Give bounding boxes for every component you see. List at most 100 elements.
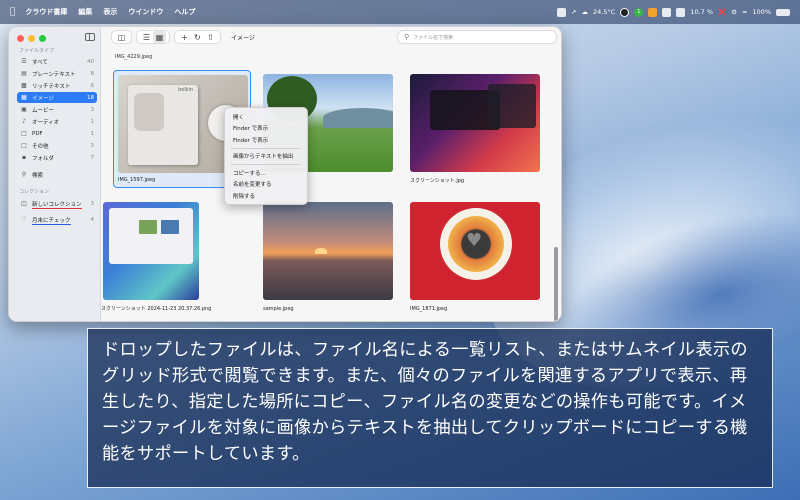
- collection-label: 新しいコレクション: [32, 201, 82, 209]
- sidebar-item-all[interactable]: ☰ すべて 40: [17, 56, 97, 67]
- list-view-icon[interactable]: ☰: [140, 31, 153, 43]
- view-mode-group: ☰ ▦: [136, 30, 170, 44]
- battery-icon[interactable]: [776, 8, 790, 16]
- sidebar-item-count: 3: [90, 142, 95, 149]
- feature-caption: ドロップしたファイルは、ファイル名による一覧リスト、またはサムネイル表示のグリッ…: [87, 328, 773, 488]
- file-name: IMG_1871.jpeg: [410, 306, 448, 312]
- menu-item-copy[interactable]: コピーする...: [225, 167, 307, 179]
- menu-item-delete[interactable]: 削除する: [225, 190, 307, 202]
- folder-icon: ▪: [21, 154, 27, 161]
- share-icon[interactable]: ⇧: [204, 31, 217, 43]
- heart-icon: ♡: [21, 216, 27, 223]
- vertical-scrollbar[interactable]: [554, 247, 558, 321]
- section-collection: コレクション: [19, 189, 50, 195]
- sidebar-item-label: イメージ: [32, 95, 54, 102]
- sidebar-item-count: 1: [90, 118, 95, 125]
- menu-help[interactable]: ヘルプ: [174, 7, 195, 17]
- sidebar-toggle-icon[interactable]: [85, 33, 95, 41]
- cloud-icon[interactable]: ☁: [582, 8, 589, 16]
- toolbar: ◫ ☰ ▦ + ↻ ⇧ イメージ ⚲ ファイル名で検索: [101, 27, 561, 47]
- sidebar-item-label: すべて: [32, 59, 48, 66]
- close-button[interactable]: [17, 35, 24, 42]
- sidebar-item-label: フォルダ: [32, 155, 55, 162]
- weather-temp[interactable]: 24.5°C: [593, 8, 615, 16]
- sidebar-item-label: 検索: [32, 172, 44, 179]
- file-name: IMG_1597.jpeg: [118, 177, 156, 183]
- sidebar-item-audio[interactable]: ♪ オーディオ 1: [17, 116, 97, 127]
- thumbnail: [103, 202, 199, 300]
- sidebar-item-label: リッチテキスト: [32, 83, 71, 90]
- sidebar-item-image[interactable]: ▦ イメージ 18: [17, 92, 97, 103]
- grid-view-icon[interactable]: ▦: [153, 31, 166, 43]
- apple-icon[interactable]: : [10, 7, 15, 17]
- thumbnail-brand-text: belkin: [178, 87, 194, 93]
- sidebar-item-count: 6: [90, 82, 95, 89]
- grid-item-screenshot-png[interactable]: スクリーンショット 2024-11-23 20.37.26.png: [101, 198, 251, 316]
- file-name: IMG_4229.jpeg: [115, 54, 153, 60]
- menu-app-name[interactable]: クラウド書庫: [25, 7, 67, 17]
- gear-icon[interactable]: ⚙: [731, 8, 737, 16]
- calendar-icon[interactable]: [557, 7, 567, 17]
- menu-window[interactable]: ウインドウ: [128, 7, 163, 17]
- menu-view[interactable]: 表示: [103, 7, 117, 17]
- context-menu: 開く Finder で表示 Finder で表示 画像からテキストを抽出 コピー…: [224, 107, 308, 205]
- collection-count: 4: [90, 216, 95, 223]
- sidebar-item-movie[interactable]: ▣ ムービー 3: [17, 104, 97, 115]
- orange-app-icon[interactable]: [648, 7, 658, 17]
- menu-edit[interactable]: 編集: [78, 7, 92, 17]
- refresh-icon[interactable]: ↻: [191, 31, 204, 43]
- collection-item-month-end[interactable]: ♡ 月末にチェック 4: [17, 214, 97, 225]
- menu-separator: [231, 147, 301, 149]
- menu-item-show-in-finder[interactable]: Finder で表示: [225, 123, 307, 135]
- sidebar-item-pdf[interactable]: □ PDF 1: [17, 128, 97, 139]
- minimize-button[interactable]: [28, 35, 35, 42]
- cpu-icon[interactable]: [676, 7, 686, 17]
- badge-icon[interactable]: 1: [634, 7, 644, 17]
- search-icon: ⚲: [404, 33, 410, 41]
- window-controls: [17, 35, 46, 42]
- sidebar-item-other[interactable]: □ その他 3: [17, 140, 97, 151]
- sidebar-panel-icon[interactable]: ◫: [115, 31, 128, 43]
- no-entry-icon[interactable]: ❌: [718, 8, 726, 16]
- heart-icon: ♥: [466, 230, 483, 251]
- app-status-icon[interactable]: [620, 7, 630, 17]
- sidebar-item-count: 40: [87, 58, 94, 65]
- grid-item-screenshot-jpg[interactable]: スクリーンショット.jpg: [406, 70, 544, 188]
- menu-item-open[interactable]: 開く: [225, 111, 307, 123]
- sidebar-item-label: PDF: [32, 130, 43, 137]
- collection-item-new[interactable]: ◫ 新しいコレクション 3: [17, 198, 97, 209]
- clock-icon[interactable]: [662, 7, 672, 17]
- sidebar-item-label: ムービー: [32, 107, 55, 114]
- sidebar-item-plain-text[interactable]: ▤ プレーンテキスト 8: [17, 68, 97, 79]
- sidebar-item-folder[interactable]: ▪ フォルダ 7: [17, 152, 97, 163]
- battery-level[interactable]: 100%: [752, 8, 771, 16]
- grid-item-img1871[interactable]: ♥ IMG_1871.jpeg: [406, 198, 544, 316]
- sidebar-item-count: 1: [90, 130, 95, 137]
- rocket-icon[interactable]: ➚: [571, 8, 576, 16]
- file-name: スクリーンショット 2024-11-23 20.37.26.png: [101, 306, 212, 312]
- grid-item-sample[interactable]: sample.jpeg: [259, 198, 397, 316]
- search-field[interactable]: ⚲ ファイル名で検索: [397, 30, 557, 44]
- cpu-usage[interactable]: 10.7 %: [690, 8, 713, 16]
- rich-text-icon: ▩: [21, 82, 27, 89]
- wifi-icon[interactable]: ≈: [742, 8, 747, 16]
- zoom-button[interactable]: [39, 35, 46, 42]
- other-icon: □: [21, 142, 27, 149]
- sidebar-item-label: プレーンテキスト: [32, 71, 76, 78]
- menu-item-show-in-finder-2[interactable]: Finder で表示: [225, 134, 307, 146]
- sidebar: ファイルタイプ ☰ すべて 40 ▤ プレーンテキスト 8 ▩ リッチテキスト …: [9, 27, 101, 321]
- sidebar-item-search[interactable]: ⚲ 検索: [17, 169, 97, 180]
- search-placeholder: ファイル名で検索: [413, 34, 454, 41]
- sidebar-item-count: 7: [90, 154, 95, 161]
- sidebar-item-rich-text[interactable]: ▩ リッチテキスト 6: [17, 80, 97, 91]
- thumbnail: ♥: [410, 202, 540, 300]
- stack-icon: ☰: [21, 58, 27, 65]
- sidebar-item-count: 8: [90, 70, 95, 77]
- menu-item-rename[interactable]: 名前を変更する: [225, 179, 307, 191]
- actions-group: + ↻ ⇧: [174, 30, 221, 44]
- add-icon[interactable]: +: [178, 31, 191, 43]
- sidebar-item-count: 3: [90, 106, 95, 113]
- menu-item-extract-text[interactable]: 画像からテキストを抽出: [225, 151, 307, 163]
- photo-icon: ▦: [21, 94, 27, 101]
- sidebar-button-group: ◫: [111, 30, 132, 44]
